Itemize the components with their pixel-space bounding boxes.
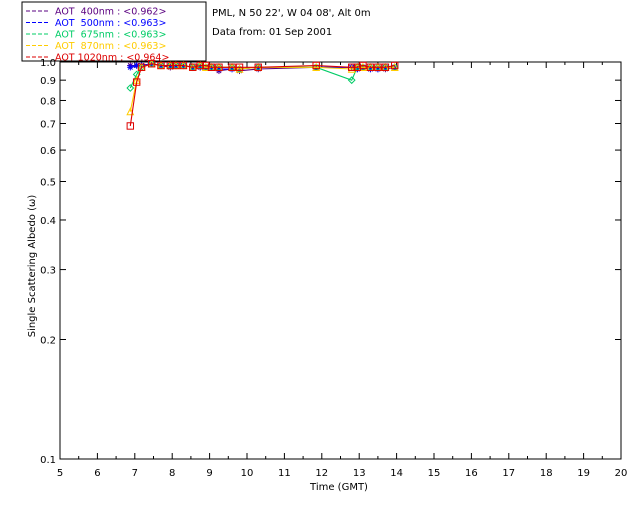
x-tick-label: 11 [278,468,291,479]
series-4 [126,60,399,130]
x-tick-label: 10 [241,468,254,479]
x-tick-label: 17 [502,468,515,479]
x-tick-label: 8 [169,468,175,479]
y-tick-label: 0.5 [40,178,56,189]
y-tick-label: 0.2 [40,335,56,346]
header-line-location: PML, N 50 22', W 04 08', Alt 0m [212,8,371,19]
legend-label: AOT 400nm : <0.962> [55,7,166,18]
plot-area [126,59,399,130]
y-tick-label: 0.6 [40,146,56,157]
x-tick-label: 13 [353,468,366,479]
legend-label: AOT 500nm : <0.963> [55,18,166,29]
x-tick-label: 7 [132,468,138,479]
x-tick-label: 9 [206,468,212,479]
y-tick-label: 0.4 [40,216,56,227]
y-tick-label: 0.1 [40,455,56,466]
y-tick-label: 1.0 [40,58,56,69]
x-tick-label: 18 [540,468,553,479]
legend-label: AOT 675nm : <0.963> [55,30,166,41]
y-axis-label: Single Scattering Albedo (ω) [27,195,38,338]
x-tick-label: 19 [577,468,590,479]
y-tick-label: 0.7 [40,119,56,130]
x-tick-label: 15 [428,468,441,479]
x-tick-label: 12 [315,468,328,479]
legend-box: AOT 400nm : <0.962>AOT 500nm : <0.963>AO… [21,1,207,64]
legend-label: AOT 870nm : <0.963> [55,41,166,52]
x-tick-label: 6 [94,468,100,479]
x-tick-label: 14 [390,468,403,479]
x-tick-label: 5 [57,468,63,479]
x-tick-label: 16 [465,468,478,479]
y-tick-label: 0.3 [40,266,56,277]
header-line-date: Data from: 01 Sep 2001 [212,27,332,38]
y-tick-label: 0.8 [40,96,56,107]
axes: 5 6 7 8 9 10 11 12 13 14 15 16 17 18 19 20 0.1 0.2 0.3 0.4 0… [40,58,627,479]
x-axis-label: Time (GMT) [309,482,368,493]
x-tick-label: 20 [615,468,628,479]
plot-frame [59,61,622,460]
chart: AOT 400nm : <0.962>AOT 500nm : <0.963>AO… [21,1,627,493]
y-tick-label: 0.9 [40,76,56,87]
